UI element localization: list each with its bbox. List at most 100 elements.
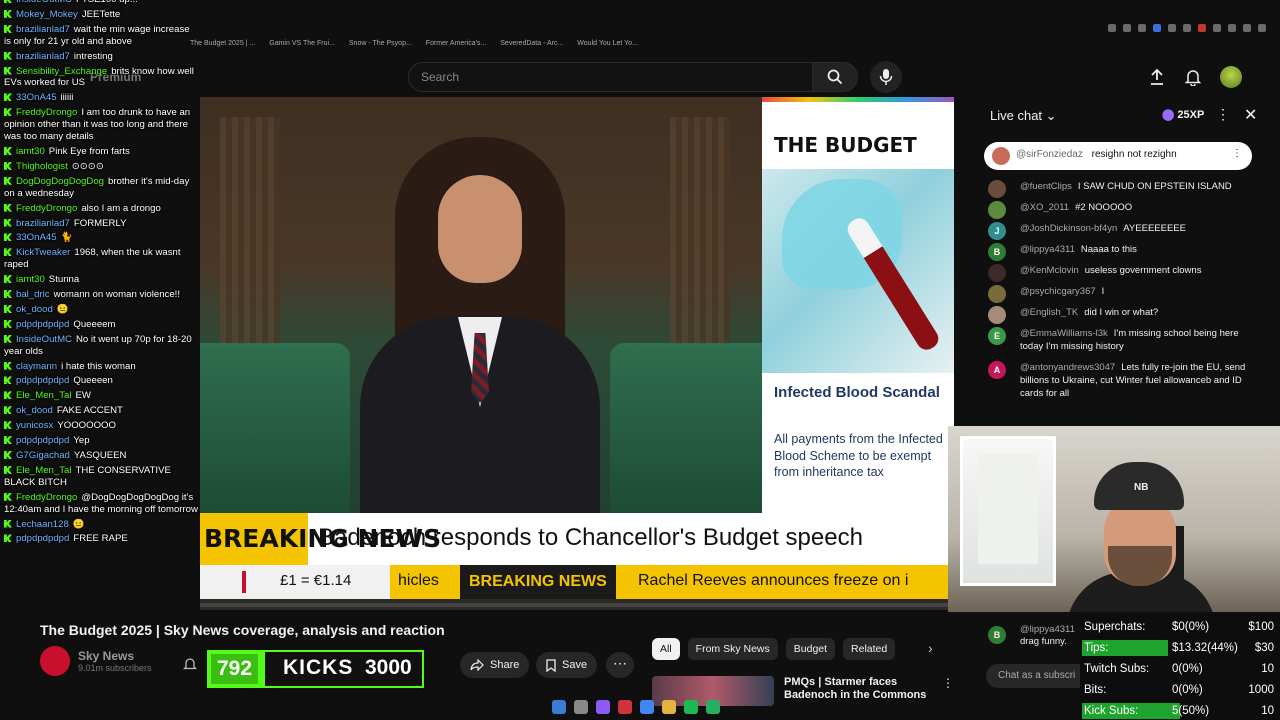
avatar: B	[988, 626, 1006, 644]
live-chat-title[interactable]: Live chat ⌄	[990, 108, 1057, 124]
points-badge[interactable]: ⬤ 25XP	[1162, 108, 1204, 121]
video-player[interactable]: THE BUDGET Infected Blood Scandal All pa…	[200, 97, 954, 610]
recommended-title[interactable]: PMQs | Starmer faces Badenoch in the Com…	[784, 676, 934, 702]
screenshot-icon[interactable]	[1138, 24, 1146, 32]
extension-icon[interactable]	[1198, 24, 1206, 32]
chat-username[interactable]: @JoshDickinson-bf4yn	[1020, 223, 1117, 234]
kick-badge-icon	[4, 451, 12, 459]
upload-icon[interactable]	[1148, 68, 1166, 86]
bookmark-item[interactable]: Would You Let Yo...	[577, 40, 638, 47]
taskbar-app-icon[interactable]	[596, 700, 610, 714]
kick-badge-icon	[4, 93, 12, 102]
subscribe-bell-icon[interactable]	[183, 656, 197, 672]
stat-row: Bits: 0(0%) 1000	[1082, 681, 1278, 699]
chat-username[interactable]: @fuentClips	[1020, 181, 1072, 192]
kick-badge-icon	[4, 421, 12, 430]
heart-icon[interactable]	[1183, 24, 1191, 32]
overlay-username: FreddyDrongo	[16, 491, 78, 503]
kebab-menu-icon[interactable]: ⋮	[942, 676, 954, 690]
breaking-headline: Badenoch responds to Chancellor's Budget…	[318, 524, 863, 551]
taskbar-search-icon[interactable]	[574, 700, 588, 714]
stat-row: Kick Subs: 5(50%) 10	[1082, 702, 1278, 720]
kebab-menu-icon[interactable]: ⋮	[1232, 148, 1242, 159]
kick-badge-icon	[4, 161, 12, 170]
search-button[interactable]	[812, 62, 858, 92]
goal-target: 3000	[365, 656, 412, 679]
bookmark-item[interactable]: Former America's...	[426, 40, 486, 47]
overlay-chat-message: brazilianlad7 wait the min wage increase …	[0, 24, 200, 48]
chip-all[interactable]: All	[652, 638, 680, 660]
kick-badge-icon	[4, 334, 12, 343]
channel-avatar[interactable]	[40, 646, 70, 676]
overlay-chat-message: DogDogDogDogDog brother it's mid-day on a…	[0, 176, 200, 200]
kick-badge-icon	[4, 24, 12, 33]
spotify-icon[interactable]	[684, 700, 698, 714]
shield-icon[interactable]	[1153, 24, 1161, 32]
stat-goal: 1000	[1248, 684, 1274, 696]
overlay-username: G7Gigachad	[16, 450, 70, 461]
chat-options-icon[interactable]: ⋮	[1216, 106, 1230, 123]
close-icon[interactable]: ✕	[1244, 105, 1257, 125]
channel-info[interactable]: Sky News 9.01m subscribers	[40, 646, 152, 676]
chevron-right-icon[interactable]: ›	[928, 640, 933, 656]
overlay-chat-message: Ele_Men_Tal THE CONSERVATIVE BLACK BITCH	[0, 465, 200, 489]
notifications-bell-icon[interactable]	[1184, 68, 1202, 86]
chat-username[interactable]: @psychicgary367	[1020, 286, 1096, 297]
overlay-username: brazilianlad7	[16, 50, 70, 62]
voice-search-button[interactable]	[870, 61, 902, 93]
chat-message: E @EmmaWilliams-l3k I'm missing school bei…	[988, 327, 1250, 353]
chat-text: I SAW CHUD ON EPSTEIN ISLAND	[1077, 181, 1232, 192]
chat-username[interactable]: @EmmaWilliams-l3k	[1020, 328, 1108, 339]
more-actions-button[interactable]: ⋯	[606, 652, 634, 678]
chat-username[interactable]: @lippya4311	[1020, 244, 1075, 255]
profile-icon[interactable]	[1243, 24, 1251, 32]
overlay-text: 😐	[56, 303, 69, 315]
puzzle-icon[interactable]	[1228, 24, 1236, 32]
windows-start-icon[interactable]	[552, 700, 566, 714]
overlay-text: FTSE100 up!!!	[76, 0, 138, 5]
zoom-icon[interactable]	[1108, 24, 1116, 32]
chat-username[interactable]: @KenMclovin	[1020, 265, 1079, 276]
stat-label: Tips:	[1084, 642, 1109, 654]
stat-value: $0(0%)	[1172, 621, 1210, 633]
chip-budget[interactable]: Budget	[785, 638, 836, 660]
overlay-chat-message: FreddyDrongo also I am a drongo	[0, 203, 200, 215]
currency-rate-visible: £1 = €1.14	[280, 572, 352, 589]
chrome-icon[interactable]	[640, 700, 654, 714]
kick-badge-icon	[4, 9, 12, 18]
bookmark-item[interactable]: Snow - The Psyop...	[349, 40, 412, 47]
download-icon[interactable]	[1213, 24, 1221, 32]
play-icon[interactable]	[1168, 24, 1176, 32]
chip-related[interactable]: Related	[843, 638, 896, 660]
save-button[interactable]: Save	[536, 652, 598, 678]
bookmark-item[interactable]: SeveredData - Arc...	[500, 40, 563, 47]
search-icon	[827, 69, 843, 85]
channel-name[interactable]: Sky News	[78, 649, 152, 663]
overlay-chat-message: Ele_Men_Tal EW	[0, 390, 200, 402]
overlay-chat-message: 33OnA45 iiiiii	[0, 92, 200, 104]
pinned-user: @sirFonziedaz	[1016, 149, 1083, 160]
file-explorer-icon[interactable]	[662, 700, 676, 714]
share-button[interactable]: Share	[460, 652, 530, 678]
pinned-message[interactable]: @sirFonziedaz resighn not rezighn ⋮	[984, 142, 1252, 170]
stream-chat-overlay: InsideOutMC FTSE100 up!!! Mokey_MokeyJEETe…	[0, 0, 200, 548]
video-frame-commons	[200, 97, 780, 513]
chat-username[interactable]: @English_TK	[1020, 307, 1078, 318]
overlay-username: 33OnA45	[16, 92, 57, 104]
chip-from-sky-news[interactable]: From Sky News	[687, 638, 778, 660]
user-avatar[interactable]	[1220, 66, 1242, 88]
taskbar-app-icon[interactable]	[618, 700, 632, 714]
overlay-username: Mokey_Mokey	[16, 8, 78, 20]
menu-icon[interactable]	[1258, 24, 1266, 32]
bookmark-item[interactable]: Gamin VS The Frui...	[269, 40, 335, 47]
chat-username: @lippya4311	[1020, 624, 1075, 635]
pin-icon[interactable]	[1123, 24, 1131, 32]
overlay-chat-message: iamt30 Stunna	[0, 274, 200, 286]
stat-label: Bits:	[1084, 684, 1107, 696]
video-progress-bar[interactable]	[200, 603, 954, 607]
overlay-username: brazilianlad7	[16, 217, 70, 229]
taskbar-app-icon[interactable]	[706, 700, 720, 714]
chat-username[interactable]: @XO_2011	[1020, 202, 1069, 213]
search-input[interactable]: Search	[408, 62, 812, 92]
chat-username[interactable]: @antonyandrews3047	[1020, 362, 1115, 373]
